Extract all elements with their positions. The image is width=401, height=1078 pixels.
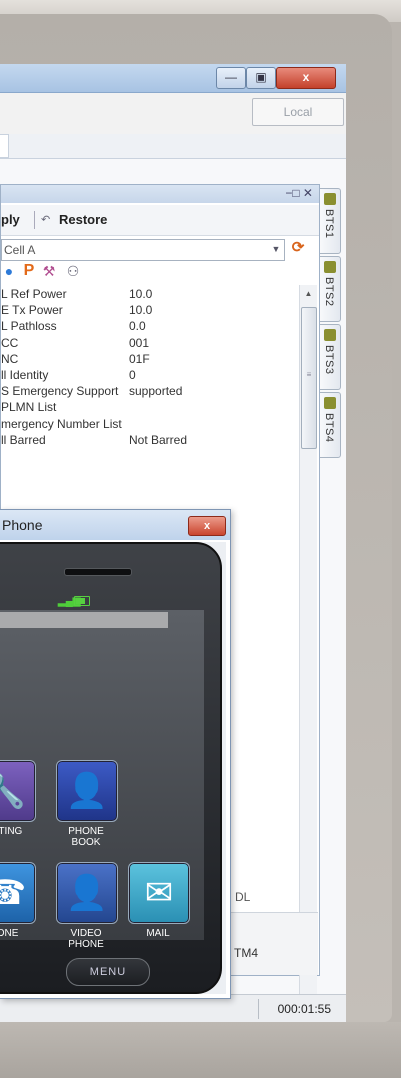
video-contact-icon: 👤 <box>65 874 109 912</box>
property-row[interactable]: NC 01F <box>1 352 301 368</box>
mail-app-label: MAIL <box>146 928 170 939</box>
mobile-device: ▂▄▆ 🔧 ETTING 👤 PHONE BOOK ☎ HONE <box>0 542 222 994</box>
phone-app-label: HONE <box>0 928 19 939</box>
contact-icon: 👤 <box>65 772 109 810</box>
dock-tab-bts2[interactable]: BTS2 <box>319 256 341 322</box>
property-value: 10.0 <box>129 287 153 301</box>
dock-tab-bts3[interactable]: BTS3 <box>319 324 341 390</box>
phone-window-titlebar[interactable]: Phone x <box>0 510 230 540</box>
setting-app[interactable]: 🔧 <box>0 760 36 822</box>
dock-tab-label: BTS4 <box>323 413 335 443</box>
apply-button[interactable]: ply <box>1 212 20 227</box>
minimize-button[interactable]: — <box>216 67 246 89</box>
property-row[interactable]: PLMN List <box>1 400 301 416</box>
property-row[interactable]: S Emergency Support supported <box>1 384 301 400</box>
antenna-icon <box>324 397 336 409</box>
maximize-button[interactable]: ▣ <box>246 67 276 89</box>
panel-toolbar: ply ↶ Restore <box>1 205 319 236</box>
phone-window: Phone x ▂▄▆ 🔧 ETTING 👤 PHONE BOOK <box>0 509 231 999</box>
local-button[interactable]: Local <box>252 98 344 126</box>
phone-window-title: Phone <box>2 517 43 533</box>
speaker-icon <box>64 568 132 576</box>
property-key: ll Identity <box>1 367 49 382</box>
cell-selector[interactable]: Cell A ▼ <box>1 239 285 261</box>
property-value: supported <box>129 384 183 399</box>
property-row[interactable]: L Pathloss 0.0 <box>1 319 301 335</box>
phonebook-app[interactable]: 👤 <box>56 760 118 822</box>
dock-tab-label: BTS2 <box>323 277 335 307</box>
cell-selector-value: Cell A <box>4 243 36 257</box>
application-screen: — ▣ x Local BTS1 BTS2 BTS3 BTS4 −□ ✕ ply… <box>0 64 346 1022</box>
property-row[interactable]: CC 001 <box>1 336 301 352</box>
panel-icon-row: ● P ⚒ ⚇ <box>1 263 121 283</box>
panel-header: −□ ✕ <box>1 185 319 203</box>
property-value: 001 <box>129 335 150 350</box>
property-key: E Tx Power <box>1 303 63 318</box>
property-row[interactable]: E Tx Power 10.0 <box>1 303 301 319</box>
tm-label: TM4 <box>234 946 258 960</box>
phonebook-app-label: PHONE BOOK <box>68 826 104 848</box>
property-key: PLMN List <box>1 400 57 415</box>
monitor-bezel-bottom <box>0 1022 401 1078</box>
handset-icon: ☎ <box>0 874 27 912</box>
dock-tab-label: BTS3 <box>323 345 335 375</box>
phone-app[interactable]: ☎ <box>0 862 36 924</box>
phone-body: ▂▄▆ 🔧 ETTING 👤 PHONE BOOK ☎ HONE <box>0 542 226 994</box>
dock-tab-bts1[interactable]: BTS1 <box>319 188 341 254</box>
property-key: L Ref Power <box>1 287 67 301</box>
phone-close-button[interactable]: x <box>188 516 226 536</box>
property-key: NC <box>1 351 19 366</box>
toolbar-separator <box>34 211 35 229</box>
mail-app[interactable]: ✉ <box>128 862 190 924</box>
dock-tab-label: BTS1 <box>323 209 335 239</box>
video-phone-app[interactable]: 👤 <box>56 862 118 924</box>
property-value: Not Barred <box>129 432 188 447</box>
antenna-icon <box>324 329 336 341</box>
scroll-up-icon[interactable]: ▲ <box>302 287 315 301</box>
dock-tab-bts4[interactable]: BTS4 <box>319 392 341 458</box>
restore-icon: ↶ <box>41 214 51 226</box>
chevron-down-icon[interactable]: ▼ <box>270 242 282 256</box>
tool-icon[interactable]: ⚒ <box>41 263 57 279</box>
property-list: L Ref Power 10.0 E Tx Power 10.0 L Pathlos… <box>1 287 301 449</box>
wrench-icon: 🔧 <box>0 772 27 810</box>
property-key: S Emergency Support <box>1 384 119 399</box>
scrollbar-thumb[interactable]: ≡ <box>301 307 317 449</box>
p-icon[interactable]: P <box>21 263 37 279</box>
device-screen: 🔧 ETTING 👤 PHONE BOOK ☎ HONE 👤 VIDEO PHO… <box>0 610 204 950</box>
envelope-icon: ✉ <box>144 874 174 912</box>
tab-partial[interactable] <box>0 134 9 158</box>
dl-label: DL <box>235 890 251 904</box>
grip-icon: ≡ <box>306 370 312 379</box>
property-row[interactable]: ll Identity 0 <box>1 368 301 384</box>
property-key: L Pathloss <box>1 319 57 334</box>
tab-strip <box>0 134 346 159</box>
elapsed-time: 000:01:55 <box>258 999 331 1019</box>
dock-tabs: BTS1 BTS2 BTS3 BTS4 <box>319 188 341 468</box>
property-key: ll Barred <box>1 432 46 447</box>
antenna-icon <box>324 261 336 273</box>
circle-icon[interactable]: ● <box>1 263 17 279</box>
property-value: 01F <box>129 351 150 366</box>
refresh-icon[interactable]: ⟳ <box>289 239 307 257</box>
property-value: 10.0 <box>129 303 153 318</box>
setting-app-label: ETTING <box>0 826 23 837</box>
restore-button[interactable]: Restore <box>59 212 107 227</box>
screen-status-bar <box>0 612 168 628</box>
menu-button[interactable]: MENU <box>66 958 150 986</box>
antenna-icon <box>324 193 336 205</box>
property-value: 0 <box>129 367 136 382</box>
property-row[interactable]: mergency Number List <box>1 417 301 433</box>
property-row[interactable]: L Ref Power 10.0 <box>1 287 301 303</box>
property-key: CC <box>1 335 19 350</box>
battery-icon <box>74 596 90 606</box>
main-window-titlebar: — ▣ x <box>0 64 346 93</box>
close-button[interactable]: x <box>276 67 336 89</box>
property-row[interactable]: ll Barred Not Barred <box>1 433 301 449</box>
users-icon[interactable]: ⚇ <box>65 263 81 279</box>
video-phone-app-label: VIDEO PHONE <box>68 928 104 950</box>
property-value: 0.0 <box>129 319 146 334</box>
pin-close-icons[interactable]: −□ ✕ <box>285 186 313 200</box>
property-key: mergency Number List <box>1 416 122 431</box>
